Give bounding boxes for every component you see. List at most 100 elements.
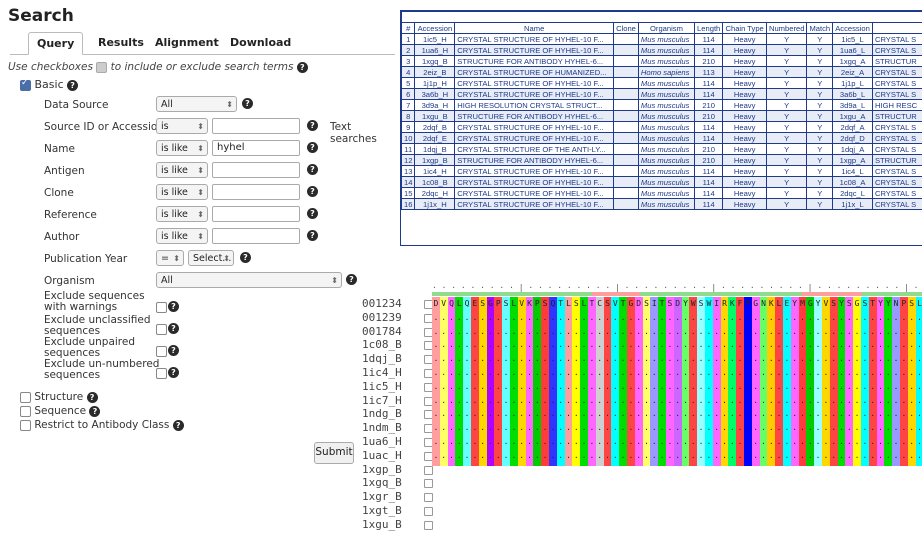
table-header-cell[interactable]: Length bbox=[695, 23, 723, 34]
table-cell[interactable]: 2dqc_L bbox=[833, 188, 873, 199]
table-row[interactable]: 152dqc_HCRYSTAL STRUCTURE OF HYHEL-10 F.… bbox=[402, 188, 922, 199]
help-icon[interactable]: ? bbox=[89, 406, 100, 417]
help-icon[interactable]: ? bbox=[307, 186, 318, 197]
help-icon[interactable]: ? bbox=[168, 323, 179, 334]
help-icon[interactable]: ? bbox=[307, 142, 318, 153]
help-icon[interactable]: ? bbox=[168, 367, 179, 378]
alignment-sequence-id[interactable]: 1ic7_H bbox=[362, 394, 402, 408]
table-cell[interactable]: 1xgu_A bbox=[833, 111, 873, 122]
table-cell[interactable]: 1xgp_B bbox=[415, 155, 455, 166]
help-icon[interactable]: ? bbox=[346, 274, 357, 285]
table-cell[interactable]: 3a6b_H bbox=[415, 89, 455, 100]
table-header-cell[interactable]: # bbox=[402, 23, 415, 34]
table-cell[interactable]: 3d9a_L bbox=[833, 100, 873, 111]
table-header-cell[interactable]: Clone bbox=[614, 23, 639, 34]
table-cell[interactable]: 2dqf_D bbox=[833, 133, 873, 144]
table-cell[interactable]: 1j1x_L bbox=[833, 199, 873, 210]
alignment-sequence-id[interactable]: 1xgq_B bbox=[362, 476, 402, 490]
pub-year-operator[interactable]: = bbox=[156, 250, 184, 266]
table-cell[interactable]: 1j1p_H bbox=[415, 78, 455, 89]
alignment-sequence-id[interactable]: 001234 bbox=[362, 297, 402, 311]
table-row[interactable]: 11ic5_HCRYSTAL STRUCTURE OF HYHEL-10 F..… bbox=[402, 34, 922, 45]
table-cell[interactable]: 3a6b_L bbox=[833, 89, 873, 100]
table-cell[interactable]: 2dqf_A bbox=[833, 122, 873, 133]
alignment-sequence-id[interactable]: 001784 bbox=[362, 325, 402, 339]
table-header-cell[interactable] bbox=[872, 23, 922, 34]
restrict-class-toggle[interactable]: Restrict to Antibody Class ? bbox=[20, 419, 184, 431]
clone-operator[interactable]: is like bbox=[156, 184, 208, 200]
table-row[interactable]: 31xgq_BSTRUCTURE FOR ANTIBODY HYHEL-6...… bbox=[402, 56, 922, 67]
alignment-row-checkbox[interactable] bbox=[424, 466, 433, 475]
table-cell[interactable]: 1xgu_B bbox=[415, 111, 455, 122]
antigen-operator[interactable]: is like bbox=[156, 162, 208, 178]
structure-checkbox[interactable] bbox=[20, 392, 31, 403]
table-cell[interactable]: 1xgq_A bbox=[833, 56, 873, 67]
alignment-row-checkbox[interactable] bbox=[424, 507, 433, 516]
table-cell[interactable]: 2eiz_A bbox=[833, 67, 873, 78]
table-row[interactable]: 21ua6_HCRYSTAL STRUCTURE OF HYHEL-10 F..… bbox=[402, 45, 922, 56]
alignment-sequence-id[interactable]: 1xgr_B bbox=[362, 490, 402, 504]
table-cell[interactable]: 3d9a_H bbox=[415, 100, 455, 111]
sequence-toggle[interactable]: Sequence ? bbox=[20, 405, 100, 417]
help-icon[interactable]: ? bbox=[168, 345, 179, 356]
help-icon[interactable]: ? bbox=[242, 98, 253, 109]
table-row[interactable]: 111dqj_BCRYSTAL STRUCTURE OF THE ANTI-LY… bbox=[402, 144, 922, 155]
table-header-cell[interactable]: Chain Type bbox=[723, 23, 767, 34]
data-source-select[interactable]: All bbox=[156, 96, 237, 112]
help-icon[interactable]: ? bbox=[67, 80, 78, 91]
source-id-operator[interactable]: is bbox=[156, 118, 208, 134]
basic-toggle[interactable]: Basic ? bbox=[20, 78, 78, 91]
table-header-cell[interactable]: Accession bbox=[415, 23, 455, 34]
alignment-sequence-id[interactable]: 001239 bbox=[362, 311, 402, 325]
reference-input[interactable] bbox=[212, 206, 300, 222]
help-icon[interactable]: ? bbox=[297, 62, 308, 73]
table-header-cell[interactable]: Name bbox=[455, 23, 614, 34]
exclude-unclassified-checkbox[interactable] bbox=[156, 324, 167, 335]
table-header-cell[interactable]: Numbered bbox=[766, 23, 806, 34]
alignment-sequence-id[interactable]: 1xgt_B bbox=[362, 504, 402, 518]
tab-results[interactable]: Results bbox=[90, 32, 152, 53]
reference-operator[interactable]: is like bbox=[156, 206, 208, 222]
table-header-cell[interactable]: Organism bbox=[638, 23, 694, 34]
table-cell[interactable]: 1j1p_L bbox=[833, 78, 873, 89]
table-header-cell[interactable]: Accession bbox=[833, 23, 873, 34]
structure-toggle[interactable]: Structure ? bbox=[20, 391, 98, 403]
table-cell[interactable]: 1ic5_L bbox=[833, 34, 873, 45]
alignment-sequence-id[interactable]: 1xgp_B bbox=[362, 463, 402, 477]
table-cell[interactable]: 1ua6_H bbox=[415, 45, 455, 56]
table-cell[interactable]: 1dqj_A bbox=[833, 144, 873, 155]
table-row[interactable]: 161j1x_HCRYSTAL STRUCTURE OF HYHEL-10 F.… bbox=[402, 199, 922, 210]
help-icon[interactable]: ? bbox=[240, 252, 251, 263]
alignment-sequence-id[interactable]: 1xgu_B bbox=[362, 518, 402, 532]
table-cell[interactable]: 1ic4_L bbox=[833, 166, 873, 177]
sequence-checkbox[interactable] bbox=[20, 406, 31, 417]
table-row[interactable]: 131ic4_HCRYSTAL STRUCTURE OF HYHEL-10 F.… bbox=[402, 166, 922, 177]
alignment-sequence-id[interactable]: 1ndm_B bbox=[362, 421, 402, 435]
author-operator[interactable]: is like bbox=[156, 228, 208, 244]
alignment-sequence-id[interactable]: 1ua6_H bbox=[362, 435, 402, 449]
table-row[interactable]: 81xgu_BSTRUCTURE FOR ANTIBODY HYHEL-6...… bbox=[402, 111, 922, 122]
table-cell[interactable]: 1xgq_B bbox=[415, 56, 455, 67]
tab-query[interactable]: Query bbox=[28, 32, 83, 55]
alignment-sequence-id[interactable]: 1uac_H bbox=[362, 449, 402, 463]
alignment-row-checkbox[interactable] bbox=[424, 521, 433, 530]
help-icon[interactable]: ? bbox=[307, 120, 318, 131]
name-input[interactable]: hyhel bbox=[212, 140, 300, 156]
exclude-unpaired-checkbox[interactable] bbox=[156, 346, 167, 357]
table-header-cell[interactable]: Match bbox=[807, 23, 833, 34]
alignment-sequence-id[interactable]: 1ic5_H bbox=[362, 380, 402, 394]
exclude-warnings-checkbox[interactable] bbox=[156, 302, 167, 313]
name-operator[interactable]: is like bbox=[156, 140, 208, 156]
tab-download[interactable]: Download bbox=[222, 32, 299, 53]
table-row[interactable]: 121xgp_BSTRUCTURE FOR ANTIBODY HYHEL-6..… bbox=[402, 155, 922, 166]
table-row[interactable]: 141c08_BCRYSTAL STRUCTURE OF HYHEL-10 F.… bbox=[402, 177, 922, 188]
alignment-sequence-id[interactable]: 1ndg_B bbox=[362, 407, 402, 421]
alignment-sequence-id[interactable]: 1dqj_B bbox=[362, 352, 402, 366]
table-cell[interactable]: 1dqj_B bbox=[415, 144, 455, 155]
help-icon[interactable]: ? bbox=[307, 164, 318, 175]
table-cell[interactable]: 1ic4_H bbox=[415, 166, 455, 177]
table-row[interactable]: 51j1p_HCRYSTAL STRUCTURE OF HYHEL-10 F..… bbox=[402, 78, 922, 89]
source-id-input[interactable] bbox=[212, 118, 300, 134]
table-cell[interactable]: 1c08_A bbox=[833, 177, 873, 188]
alignment-row-checkbox[interactable] bbox=[424, 479, 433, 488]
